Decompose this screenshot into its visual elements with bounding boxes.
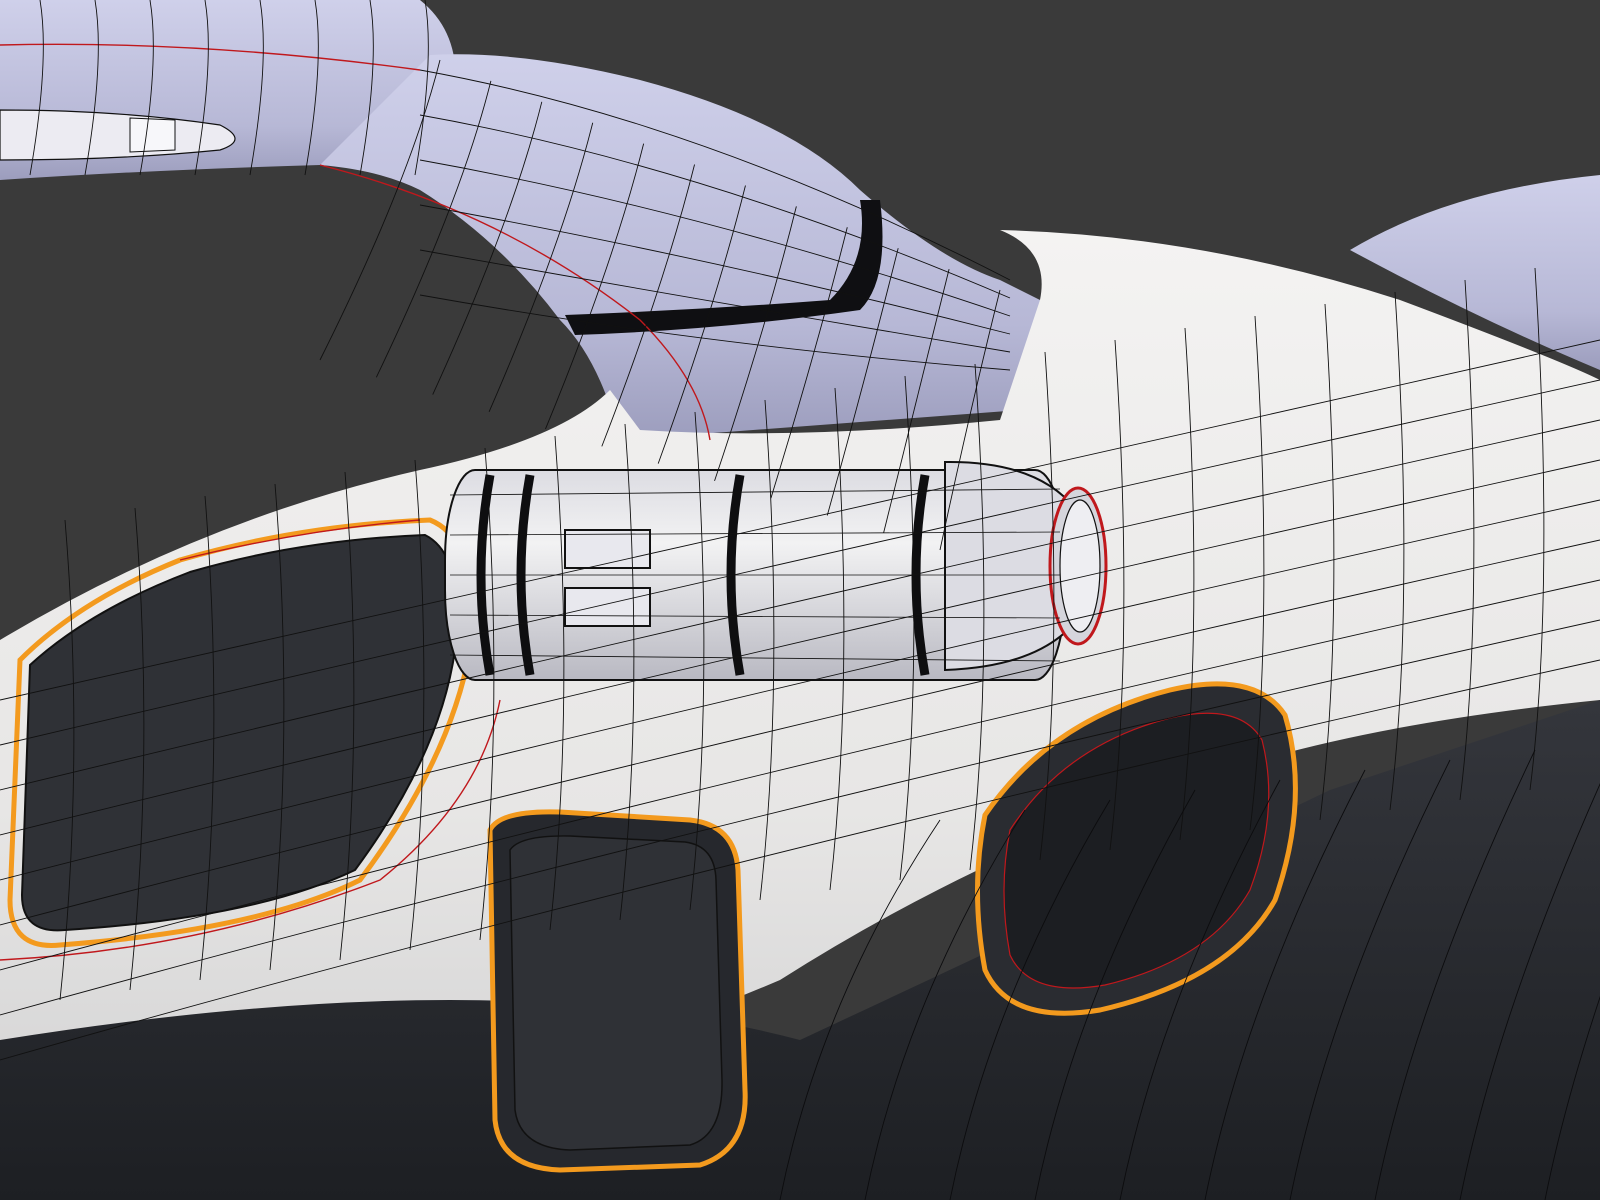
lower-hatch-inset bbox=[509, 835, 723, 1151]
cylindrical-thruster[interactable] bbox=[444, 460, 1108, 681]
3d-viewport[interactable] bbox=[0, 0, 1600, 1200]
thruster-exhaust-inner bbox=[1059, 499, 1101, 633]
thruster-vent-lower bbox=[564, 587, 651, 627]
thruster-vent-upper bbox=[564, 529, 651, 569]
curved-support-arm[interactable] bbox=[320, 54, 1045, 441]
arm-surface bbox=[320, 54, 1045, 441]
mesh-render bbox=[0, 0, 1600, 1200]
lower-hatch[interactable] bbox=[487, 809, 748, 1173]
ring-inner-wall bbox=[129, 117, 176, 153]
